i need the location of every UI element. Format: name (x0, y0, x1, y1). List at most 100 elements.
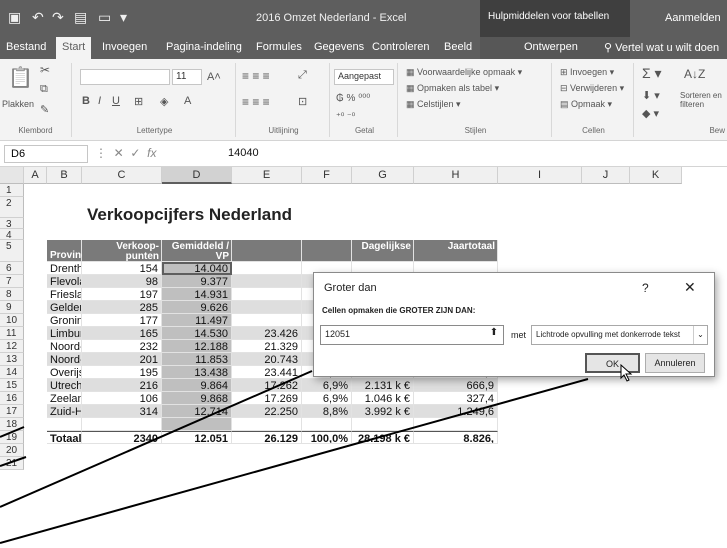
tell-me-box[interactable]: ⚲ Vertel wat u wilt doen (604, 41, 719, 54)
paste-icon[interactable]: 📋 (8, 65, 33, 90)
table-cell[interactable] (162, 418, 232, 431)
table-cell[interactable]: 8.826, (414, 431, 498, 444)
table-cell[interactable] (232, 288, 302, 301)
table-cell[interactable]: 23.441 (232, 366, 302, 379)
table-cell[interactable]: 1.249,6 (414, 405, 498, 418)
table-cell[interactable]: 314 (82, 405, 162, 418)
table-cell[interactable]: 165 (82, 327, 162, 340)
table-cell[interactable]: Limburg (47, 327, 82, 340)
table-cell[interactable]: 2340 (82, 431, 162, 444)
table-cell[interactable]: 285 (82, 301, 162, 314)
decimal-icon[interactable]: ⁺⁰ ⁻⁰ (336, 111, 355, 122)
tab-controleren[interactable]: Controleren (372, 41, 429, 53)
row-header-20[interactable]: 20 (0, 444, 24, 457)
table-cell[interactable]: 14.931 (162, 288, 232, 301)
tab-gegevens[interactable]: Gegevens (314, 41, 364, 53)
table-cell[interactable] (47, 418, 82, 431)
redo-icon[interactable]: ↷ (52, 9, 64, 26)
row-header-3[interactable]: 3 (0, 218, 24, 229)
border-icon[interactable]: ⊞ (134, 95, 143, 108)
table-cell[interactable]: 2.131 k € (352, 379, 414, 392)
tab-pagina-indeling[interactable]: Pagina-indeling (166, 41, 242, 53)
column-header-g[interactable]: G (352, 167, 414, 184)
tab-formules[interactable]: Formules (256, 41, 302, 53)
clear-icon[interactable]: ◆ ▾ (642, 107, 659, 120)
table-cell[interactable] (232, 275, 302, 288)
tab-ontwerpen[interactable]: Ontwerpen (524, 41, 578, 53)
table-cell[interactable]: 22.250 (232, 405, 302, 418)
insert-cells-button[interactable]: ⊞ Invoegen ▾ (560, 67, 614, 78)
font-color-icon[interactable]: A (184, 95, 191, 107)
row-header-15[interactable]: 15 (0, 379, 24, 392)
grow-font-icon[interactable]: A˄ (207, 71, 221, 83)
table-cell[interactable]: 1.046 k € (352, 392, 414, 405)
table-cell[interactable]: 17.269 (232, 392, 302, 405)
table-cell[interactable]: 216 (82, 379, 162, 392)
row-header-19[interactable]: 19 (0, 431, 24, 444)
table-cell[interactable]: 197 (82, 288, 162, 301)
table-cell[interactable]: 28.198 k € (352, 431, 414, 444)
tab-bestand[interactable]: Bestand (6, 41, 46, 53)
row-header-13[interactable]: 13 (0, 353, 24, 366)
table-cell[interactable]: 9.626 (162, 301, 232, 314)
column-header-f[interactable]: F (302, 167, 352, 184)
threshold-input[interactable]: 12051 (320, 325, 504, 345)
table-cell[interactable] (82, 418, 162, 431)
undo-icon[interactable]: ↶ (32, 9, 44, 26)
table-cell[interactable]: 21.329 (232, 340, 302, 353)
cut-icon[interactable]: ✂ (40, 63, 50, 77)
row-header-14[interactable]: 14 (0, 366, 24, 379)
table-cell[interactable]: Overijssel (47, 366, 82, 379)
autosum-icon[interactable]: Σ ▾ (642, 65, 662, 82)
table-cell[interactable] (232, 314, 302, 327)
merge-icon[interactable]: ⊡ (298, 95, 307, 108)
quick-access-icon[interactable]: ▤ (74, 9, 87, 26)
row-header-2[interactable]: 2 (0, 197, 24, 218)
table-cell[interactable]: Groningen (47, 314, 82, 327)
open-icon[interactable]: ▭ (98, 9, 111, 26)
cell-styles-button[interactable]: ▦ Celstijlen ▾ (406, 99, 461, 110)
table-cell[interactable]: 327,4 (414, 392, 498, 405)
cancel-button[interactable]: Annuleren (645, 353, 705, 373)
customize-icon[interactable]: ▾ (120, 9, 127, 26)
table-cell[interactable]: 666,9 (414, 379, 498, 392)
row-header-16[interactable]: 16 (0, 392, 24, 405)
tab-beeld[interactable]: Beeld (444, 41, 472, 53)
row-header-18[interactable]: 18 (0, 418, 24, 431)
table-cell[interactable]: 11.497 (162, 314, 232, 327)
row-header-12[interactable]: 12 (0, 340, 24, 353)
table-cell[interactable]: 6,9% (302, 392, 352, 405)
column-header-i[interactable]: I (498, 167, 582, 184)
column-header-a[interactable]: A (24, 167, 47, 184)
table-cell[interactable] (232, 262, 302, 275)
format-select[interactable]: Lichtrode opvulling met donkerrode tekst… (531, 325, 708, 345)
table-cell[interactable]: 23.426 (232, 327, 302, 340)
italic-button[interactable]: I (98, 95, 101, 107)
underline-button[interactable]: U (112, 95, 120, 107)
table-cell[interactable]: 26.129 (232, 431, 302, 444)
table-cell[interactable] (302, 418, 352, 431)
table-cell[interactable]: 12.051 (162, 431, 232, 444)
table-cell[interactable]: 177 (82, 314, 162, 327)
table-cell[interactable]: Noord-Holland (47, 353, 82, 366)
align-left-icon[interactable]: ≡ ≡ ≡ (242, 95, 270, 109)
table-cell[interactable] (414, 418, 498, 431)
format-as-table-button[interactable]: ▦ Opmaken als tabel ▾ (406, 83, 499, 94)
table-cell[interactable]: 195 (82, 366, 162, 379)
format-cells-button[interactable]: ▤ Opmaak ▾ (560, 99, 612, 110)
table-cell[interactable]: Drenthe (47, 262, 82, 275)
select-all-corner[interactable] (0, 167, 24, 184)
table-cell[interactable]: 100,0% (302, 431, 352, 444)
tab-invoegen[interactable]: Invoegen (102, 41, 147, 53)
table-cell[interactable]: 232 (82, 340, 162, 353)
align-top-icon[interactable]: ≡ ≡ ≡ (242, 69, 270, 83)
table-cell[interactable]: 154 (82, 262, 162, 275)
paste-button[interactable]: Plakken (2, 99, 34, 109)
name-box[interactable]: D6 (4, 145, 88, 163)
font-name-box[interactable] (80, 69, 170, 85)
table-cell[interactable] (232, 301, 302, 314)
fill-icon[interactable]: ⬇ ▾ (642, 89, 660, 102)
row-header-6[interactable]: 6 (0, 262, 24, 275)
table-cell[interactable]: 3.992 k € (352, 405, 414, 418)
table-cell[interactable]: Totaal (47, 431, 82, 444)
